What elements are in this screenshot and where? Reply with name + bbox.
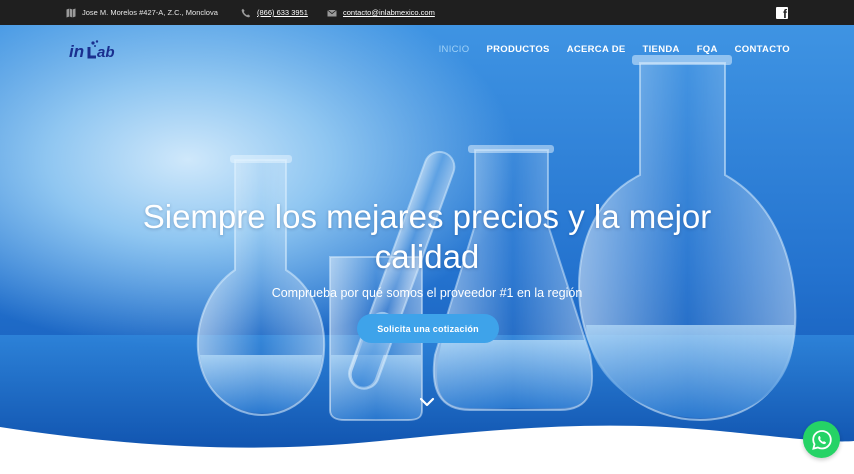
inlab-logo-icon: in ab xyxy=(69,40,115,61)
nav-item-inicio[interactable]: INICIO xyxy=(439,44,470,55)
phone-link[interactable]: (866) 633 3951 xyxy=(257,8,308,17)
wave-divider xyxy=(0,425,854,474)
hero-subtitle: Comprueba por qué somos el proveedor #1 … xyxy=(271,286,583,300)
whatsapp-icon xyxy=(811,429,832,450)
envelope-icon xyxy=(327,9,337,16)
nav-menu: INICIO PRODUCTOS ACERCA DE TIENDA FQA CO… xyxy=(439,44,790,55)
svg-text:ab: ab xyxy=(97,44,115,61)
email-item[interactable]: contacto@inlabmexico.com xyxy=(327,0,435,25)
address-item: Jose M. Morelos #427-A, Z.C., Monclova xyxy=(66,0,218,25)
email-link[interactable]: contacto@inlabmexico.com xyxy=(343,8,435,17)
svg-text:in: in xyxy=(69,42,84,61)
phone-icon xyxy=(241,8,251,17)
nav-item-acerca-de[interactable]: ACERCA DE xyxy=(567,44,626,55)
nav-item-tienda[interactable]: TIENDA xyxy=(643,44,680,55)
whatsapp-button[interactable] xyxy=(803,421,840,458)
nav-item-fqa[interactable]: FQA xyxy=(697,44,718,55)
facebook-icon[interactable]: f xyxy=(776,7,788,19)
main-navigation: in ab INICIO PRODUCTOS ACERCA DE TIENDA … xyxy=(0,25,854,75)
top-info-bar: Jose M. Morelos #427-A, Z.C., Monclova (… xyxy=(0,0,854,25)
address-text: Jose M. Morelos #427-A, Z.C., Monclova xyxy=(82,8,218,17)
quote-button[interactable]: Solicita una cotización xyxy=(357,314,499,343)
nav-item-productos[interactable]: PRODUCTOS xyxy=(486,44,549,55)
nav-item-contacto[interactable]: CONTACTO xyxy=(735,44,790,55)
map-icon xyxy=(66,8,76,17)
hero-headline: Siempre los mejares precios y la mejor c… xyxy=(142,198,712,275)
site-logo[interactable]: in ab xyxy=(69,39,131,66)
phone-item[interactable]: (866) 633 3951 xyxy=(241,0,308,25)
